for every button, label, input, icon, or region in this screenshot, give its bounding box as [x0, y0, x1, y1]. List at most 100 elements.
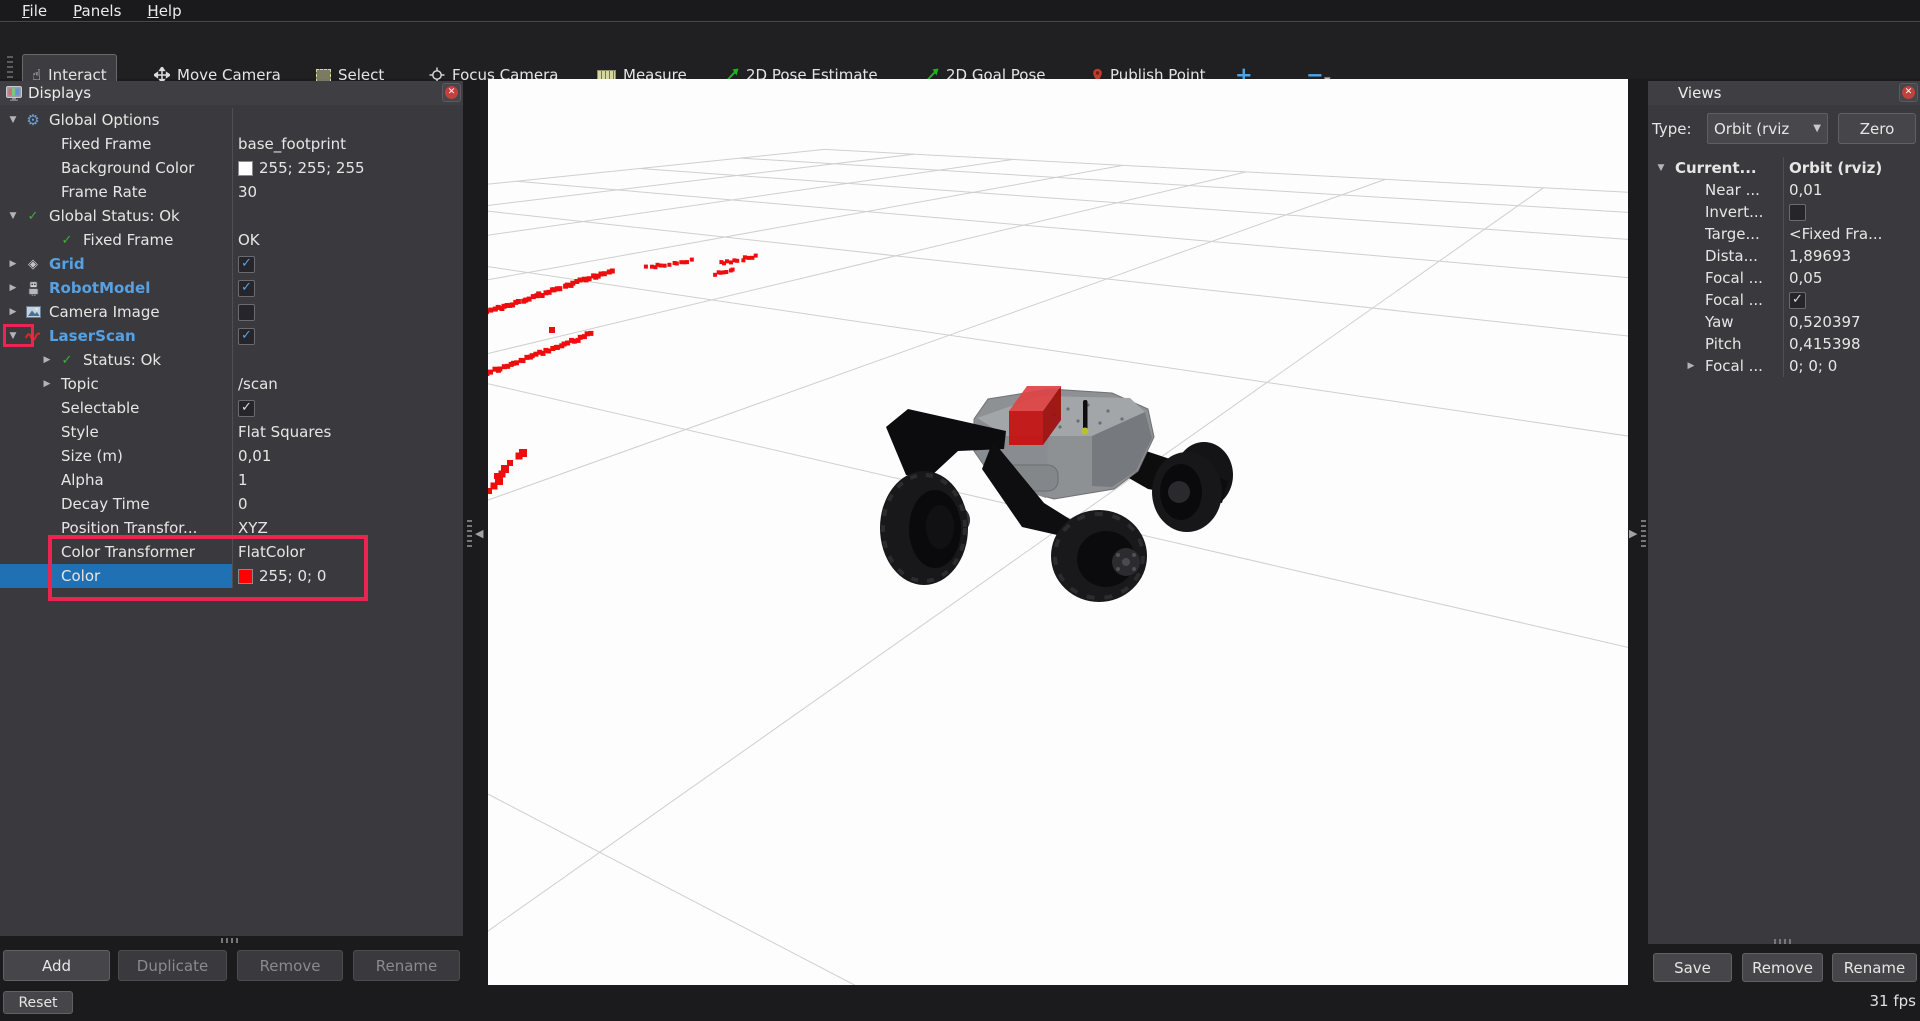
- close-displays-button[interactable]: ✕: [442, 83, 461, 102]
- property-value[interactable]: 0,01: [232, 444, 463, 468]
- tree-row-focal-[interactable]: ▶Focal ...0; 0; 0: [1648, 355, 1920, 377]
- tree-row-alpha[interactable]: Alpha1: [0, 468, 463, 492]
- property-value[interactable]: [232, 300, 463, 324]
- displays-panel-titlebar[interactable]: Displays ✕: [0, 81, 463, 105]
- tree-row-topic[interactable]: ▶Topic/scan: [0, 372, 463, 396]
- expander-right-icon[interactable]: ▶: [4, 283, 22, 293]
- color-swatch[interactable]: [238, 161, 253, 176]
- close-views-button[interactable]: ✕: [1899, 83, 1918, 102]
- tree-row-robotmodel[interactable]: ▶RobotModel✓: [0, 276, 463, 300]
- collapse-left-panel-icon[interactable]: ◀: [475, 527, 483, 540]
- property-value[interactable]: 0: [232, 492, 463, 516]
- property-value[interactable]: 0,01: [1783, 179, 1920, 201]
- property-value[interactable]: base_footprint: [232, 132, 463, 156]
- tree-row-focal-[interactable]: Focal ...✓: [1648, 289, 1920, 311]
- checkbox[interactable]: ✓: [1789, 292, 1806, 309]
- expander-down-icon[interactable]: ▼: [1652, 163, 1670, 173]
- menu-file[interactable]: File: [13, 1, 56, 21]
- property-value[interactable]: 1: [232, 468, 463, 492]
- tree-row-global-options[interactable]: ▼⚙Global Options: [0, 108, 463, 132]
- expander-right-icon[interactable]: ▶: [1682, 361, 1700, 371]
- checkbox[interactable]: ✓: [238, 280, 255, 297]
- tree-row-style[interactable]: StyleFlat Squares: [0, 420, 463, 444]
- property-value[interactable]: 30: [232, 180, 463, 204]
- expander-right-icon[interactable]: ▶: [38, 355, 56, 365]
- splitter-handle[interactable]: [467, 520, 472, 548]
- property-value[interactable]: OK: [232, 228, 463, 252]
- tree-row-selectable[interactable]: Selectable✓: [0, 396, 463, 420]
- tree-row-color-transformer[interactable]: Color TransformerFlatColor: [0, 540, 463, 564]
- property-value[interactable]: 255; 0; 0: [232, 564, 463, 588]
- view-type-dropdown[interactable]: Orbit (rviz ▼: [1707, 113, 1828, 144]
- tree-row-background-color[interactable]: Background Color255; 255; 255: [0, 156, 463, 180]
- property-value[interactable]: [232, 204, 463, 228]
- checkbox[interactable]: ✓: [238, 256, 255, 273]
- expander-down-icon[interactable]: ▼: [4, 115, 22, 125]
- expander-down-icon[interactable]: ▼: [4, 211, 22, 221]
- add-button[interactable]: Add: [3, 950, 110, 981]
- property-value[interactable]: 1,89693: [1783, 245, 1920, 267]
- reset-button[interactable]: Reset: [3, 991, 73, 1014]
- tree-row-decay-time[interactable]: Decay Time0: [0, 492, 463, 516]
- save-button[interactable]: Save: [1653, 953, 1732, 982]
- tree-row-dista-[interactable]: Dista...1,89693: [1648, 245, 1920, 267]
- zero-button[interactable]: Zero: [1838, 113, 1916, 144]
- tree-row-invert-[interactable]: Invert...: [1648, 201, 1920, 223]
- rename-button[interactable]: Rename: [353, 950, 460, 981]
- checkbox[interactable]: ✓: [238, 328, 255, 345]
- views-panel-titlebar[interactable]: Views ✕: [1648, 81, 1920, 105]
- property-value[interactable]: ✓: [232, 276, 463, 300]
- property-value[interactable]: XYZ: [232, 516, 463, 540]
- tree-row-near-[interactable]: Near ...0,01: [1648, 179, 1920, 201]
- property-value[interactable]: ✓: [232, 396, 463, 420]
- panel-resize-handle[interactable]: [1774, 939, 1792, 944]
- remove-button[interactable]: Remove: [1742, 953, 1823, 982]
- tree-row-position-transfor-[interactable]: Position Transfor...XYZ: [0, 516, 463, 540]
- splitter-handle[interactable]: [1641, 520, 1646, 548]
- property-value[interactable]: /scan: [232, 372, 463, 396]
- tree-row-focal-[interactable]: Focal ...0,05: [1648, 267, 1920, 289]
- tree-row-fixed-frame[interactable]: Fixed Framebase_footprint: [0, 132, 463, 156]
- tree-row-yaw[interactable]: Yaw0,520397: [1648, 311, 1920, 333]
- property-value[interactable]: [1783, 201, 1920, 223]
- checkbox[interactable]: ✓: [238, 400, 255, 417]
- remove-button[interactable]: Remove: [237, 950, 343, 981]
- color-swatch[interactable]: [238, 569, 253, 584]
- property-value[interactable]: 0,520397: [1783, 311, 1920, 333]
- rename-button[interactable]: Rename: [1832, 953, 1917, 982]
- duplicate-button[interactable]: Duplicate: [118, 950, 227, 981]
- property-value[interactable]: ✓: [1783, 289, 1920, 311]
- tree-row-color[interactable]: Color255; 0; 0: [0, 564, 463, 588]
- property-value[interactable]: 0,415398: [1783, 333, 1920, 355]
- expander-right-icon[interactable]: ▶: [4, 307, 22, 317]
- tree-row-pitch[interactable]: Pitch0,415398: [1648, 333, 1920, 355]
- tree-row-size-m-[interactable]: Size (m)0,01: [0, 444, 463, 468]
- tree-row-targe-[interactable]: Targe...<Fixed Fra...: [1648, 223, 1920, 245]
- tree-row-global-status-ok[interactable]: ▼✓Global Status: Ok: [0, 204, 463, 228]
- property-value[interactable]: Orbit (rviz): [1783, 157, 1920, 179]
- 3d-viewport[interactable]: [488, 79, 1628, 985]
- expander-right-icon[interactable]: ▶: [38, 379, 56, 389]
- property-value[interactable]: 0,05: [1783, 267, 1920, 289]
- panel-resize-handle[interactable]: [221, 938, 241, 943]
- property-value[interactable]: <Fixed Fra...: [1783, 223, 1920, 245]
- expander-right-icon[interactable]: ▶: [4, 259, 22, 269]
- tree-row-frame-rate[interactable]: Frame Rate30: [0, 180, 463, 204]
- property-value[interactable]: ✓: [232, 252, 463, 276]
- property-value[interactable]: 0; 0; 0: [1783, 355, 1920, 377]
- tree-row-fixed-frame[interactable]: ✓Fixed FrameOK: [0, 228, 463, 252]
- expander-down-icon[interactable]: ▼: [4, 331, 22, 341]
- property-value[interactable]: 255; 255; 255: [232, 156, 463, 180]
- menu-panels[interactable]: Panels: [64, 1, 130, 21]
- tree-row-status-ok[interactable]: ▶✓Status: Ok: [0, 348, 463, 372]
- tree-row-grid[interactable]: ▶◈Grid✓: [0, 252, 463, 276]
- collapse-right-panel-icon[interactable]: ▶: [1629, 527, 1637, 540]
- property-value[interactable]: Flat Squares: [232, 420, 463, 444]
- tree-row-current-[interactable]: ▼Current...Orbit (rviz): [1648, 157, 1920, 179]
- checkbox[interactable]: [1789, 204, 1806, 221]
- property-value[interactable]: [232, 348, 463, 372]
- checkbox[interactable]: [238, 304, 255, 321]
- menu-help[interactable]: Help: [138, 1, 190, 21]
- property-value[interactable]: ✓: [232, 324, 463, 348]
- tree-row-camera-image[interactable]: ▶Camera Image: [0, 300, 463, 324]
